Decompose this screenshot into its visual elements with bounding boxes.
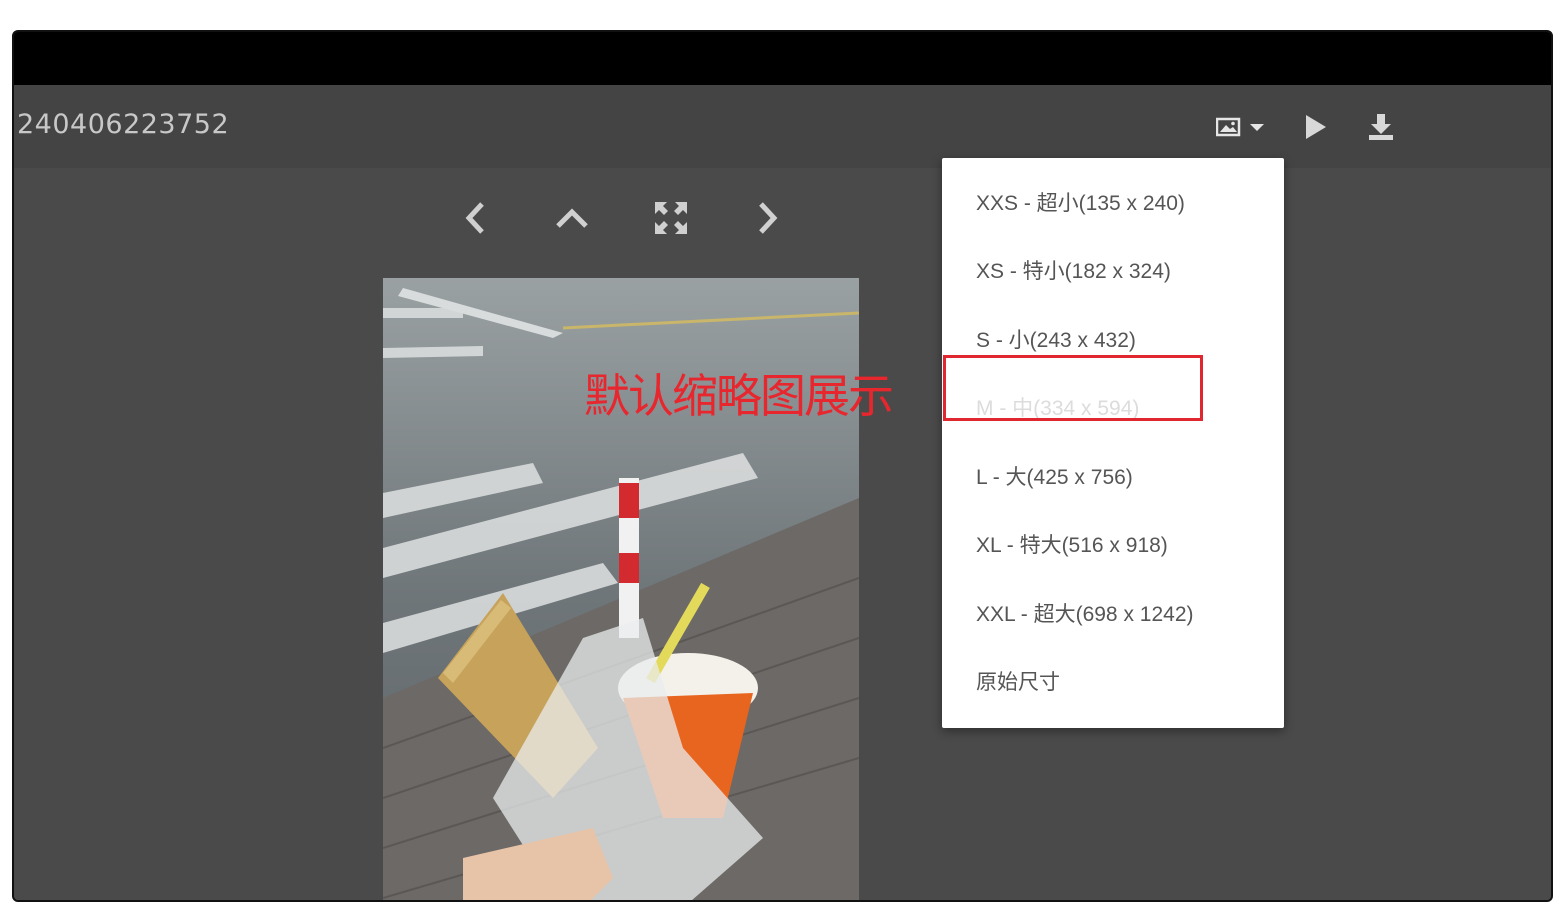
size-dropdown-menu: XXS - 超小(135 x 240) XS - 特小(182 x 324) S… xyxy=(942,158,1284,728)
viewer-content xyxy=(14,168,1551,900)
chevron-right-icon xyxy=(755,201,779,239)
menu-item-l[interactable]: L - 大(425 x 756) xyxy=(976,458,1133,498)
next-button[interactable] xyxy=(745,198,789,242)
menu-item-xl[interactable]: XL - 特大(516 x 918) xyxy=(976,526,1168,566)
annotation-label: 默认缩略图展示 xyxy=(584,369,894,423)
annotation-highlight-box xyxy=(943,355,1203,421)
image-title: 240406223752 xyxy=(17,109,230,140)
image-icon xyxy=(1216,117,1242,137)
expand-icon xyxy=(654,201,688,239)
size-select-button[interactable] xyxy=(1210,109,1270,145)
download-icon xyxy=(1368,113,1394,141)
window-top-bar xyxy=(14,32,1551,85)
viewer-toolbar: 240406223752 xyxy=(14,85,1551,168)
menu-item-xxs[interactable]: XXS - 超小(135 x 240) xyxy=(976,184,1185,224)
viewer-window: 240406223752 XXS - 超小(135 x 240) XS - 特小… xyxy=(12,30,1553,902)
menu-item-xxl[interactable]: XXL - 超大(698 x 1242) xyxy=(976,595,1194,635)
up-button[interactable] xyxy=(550,198,594,242)
caret-down-icon xyxy=(1250,122,1264,132)
play-icon xyxy=(1305,114,1327,140)
menu-item-xs[interactable]: XS - 特小(182 x 324) xyxy=(976,252,1171,292)
fullscreen-button[interactable] xyxy=(649,198,693,242)
menu-item-original[interactable]: 原始尺寸 xyxy=(976,663,1060,703)
download-button[interactable] xyxy=(1364,109,1398,145)
previous-button[interactable] xyxy=(454,198,498,242)
chevron-left-icon xyxy=(464,201,488,239)
slideshow-button[interactable] xyxy=(1300,109,1332,145)
chevron-up-icon xyxy=(555,206,589,234)
